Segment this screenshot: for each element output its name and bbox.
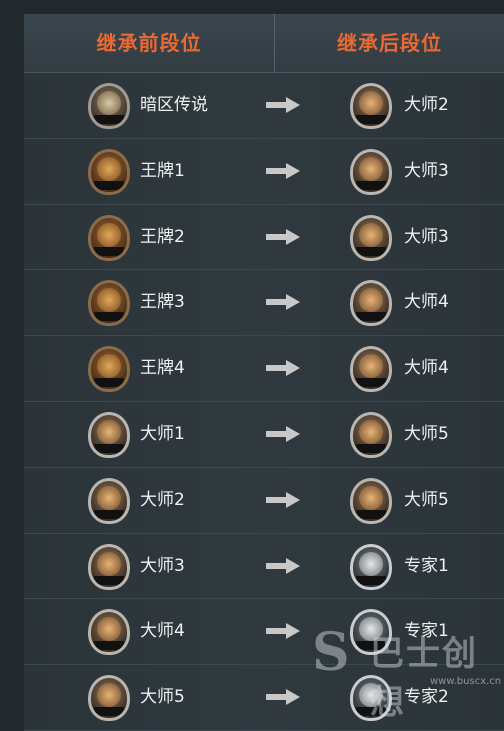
before-rank-label: 大师5 [140,687,185,708]
arrow-right-icon [266,689,300,706]
table-row: 暗区传说 大师2 [24,73,504,139]
table-row: 大师5 专家2 [24,665,504,731]
table-row: 大师4 专家1 [24,599,504,666]
ace-rank-badge-icon [88,346,130,393]
master-rank-badge-icon [350,214,392,261]
before-rank-label: 暗区传说 [140,95,208,115]
expert-rank-badge-icon [350,543,392,590]
arrow-right-icon [266,623,300,640]
arrow-right-icon [266,228,300,245]
master-rank-badge-icon [88,609,130,656]
after-rank-label: 大师5 [404,489,449,510]
rank-rows: 暗区传说 大师2 王牌1 大师3 王牌2 大师3 王牌3 大师4 王牌4 大师4 大师1 大师5 大师2… [24,73,504,731]
before-rank-label: 大师1 [140,423,185,444]
arrow-right-icon [266,360,300,377]
table-row: 大师1 大师5 [24,401,504,468]
after-rank-label: 大师3 [404,160,449,181]
before-rank-label: 王牌1 [140,160,185,181]
before-rank-label: 大师2 [140,489,185,510]
master-rank-badge-icon [350,477,392,524]
ace-rank-badge-icon [88,214,130,261]
before-rank-label: 王牌2 [140,226,185,247]
after-rank-label: 大师4 [404,358,449,379]
master-rank-badge-icon [88,675,130,722]
after-rank-label: 大师2 [404,95,449,115]
before-rank-label: 王牌4 [140,358,185,379]
arrow-right-icon [266,294,300,311]
table-row: 王牌2 大师3 [24,204,504,271]
legend-rank-badge-icon [88,83,130,129]
before-rank-label: 大师3 [140,555,185,576]
master-rank-badge-icon [88,543,130,590]
table-row: 王牌4 大师4 [24,336,504,402]
arrow-right-icon [266,491,300,508]
before-rank-label: 王牌3 [140,292,185,313]
after-rank-header: 继承后段位 [337,31,442,55]
after-rank-label: 大师4 [404,292,449,313]
after-rank-label: 大师5 [404,423,449,444]
arrow-right-icon [266,97,300,113]
master-rank-badge-icon [350,346,392,393]
before-rank-label: 大师4 [140,621,185,642]
master-rank-badge-icon [88,411,130,458]
after-rank-label: 专家2 [404,687,449,708]
arrow-right-icon [266,162,300,179]
table-row: 王牌1 大师3 [24,138,504,205]
after-rank-label: 专家1 [404,555,449,576]
ace-rank-badge-icon [88,280,130,327]
after-rank-label: 大师3 [404,226,449,247]
table-header: 继承前段位 继承后段位 [24,14,504,73]
after-rank-label: 专家1 [404,621,449,642]
master-rank-badge-icon [350,83,392,129]
master-rank-badge-icon [88,477,130,524]
arrow-right-icon [266,557,300,574]
rank-inheritance-table: 继承前段位 继承后段位 暗区传说 大师2 王牌1 大师3 王牌2 大师3 王牌3 大师4 王牌4… [24,14,504,731]
before-rank-header: 继承前段位 [96,31,202,55]
expert-rank-badge-icon [350,609,392,656]
arrow-right-icon [266,425,300,442]
table-row: 大师2 大师5 [24,467,504,534]
ace-rank-badge-icon [88,148,130,195]
master-rank-badge-icon [350,148,392,195]
expert-rank-badge-icon [350,675,392,722]
master-rank-badge-icon [350,411,392,458]
table-row: 大师3 专家1 [24,533,504,600]
table-row: 王牌3 大师4 [24,270,504,337]
master-rank-badge-icon [350,280,392,327]
